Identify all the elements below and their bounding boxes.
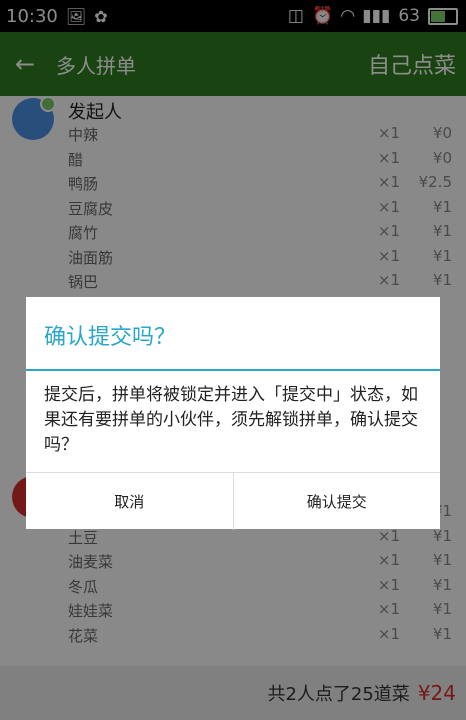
cancel-button[interactable]: 取消 [26, 473, 233, 530]
confirm-dialog: 确认提交吗？ 提交后，拼单将被锁定并进入「提交中」状态，如果还有要拼单的小伙伴，… [26, 297, 440, 530]
dialog-title: 确认提交吗？ [44, 325, 177, 350]
confirm-submit-button[interactable]: 确认提交 [232, 473, 441, 530]
dialog-buttons: 取消 确认提交 [26, 472, 440, 530]
dialog-divider [26, 369, 440, 371]
dialog-message: 提交后，拼单将被锁定并进入「提交中」状态，如果还有要拼单的小伙伴，须先解锁拼单，… [44, 385, 418, 455]
